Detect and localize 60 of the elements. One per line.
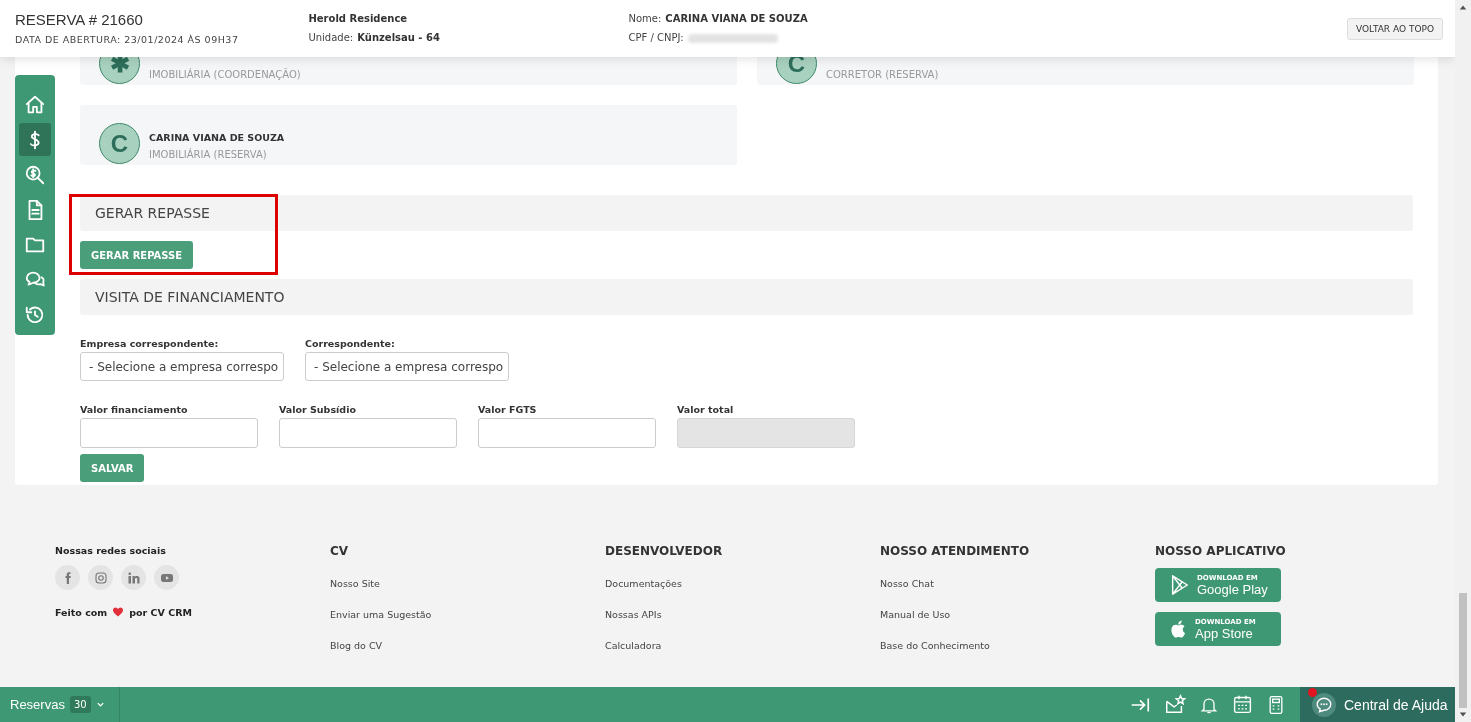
footer-heading: NOSSO ATENDIMENTO	[880, 544, 1031, 558]
select-field[interactable]: - Selecione a empresa correspo	[305, 352, 509, 381]
footer-link[interactable]: Nosso Chat	[880, 578, 1155, 589]
person-role: CORRETOR (RESERVA)	[826, 69, 939, 80]
made-by-text: por CV CRM	[129, 606, 192, 618]
heart-icon	[112, 606, 125, 618]
select-field[interactable]: - Selecione a empresa correspo	[80, 352, 284, 381]
footer-link[interactable]: Enviar uma Sugestão	[330, 609, 605, 620]
footer-link[interactable]: Nossas APIs	[605, 609, 880, 620]
play-icon	[1169, 574, 1191, 596]
cpf-label: CPF / CNPJ:	[628, 32, 684, 43]
unit-value: Künzelsau - 64	[357, 32, 440, 43]
footer-heading: CV	[330, 544, 350, 558]
chevron-down-icon[interactable]	[95, 700, 105, 709]
field-label: Valor Subsídio	[279, 404, 357, 415]
input-field[interactable]	[279, 418, 457, 448]
unit-label: Unidade:	[308, 32, 354, 43]
input-field[interactable]	[478, 418, 656, 448]
count-badge: 30	[69, 696, 91, 713]
footer-link[interactable]: Manual de Uso	[880, 609, 1155, 620]
person-role: IMOBILIÁRIA (RESERVA)	[149, 149, 268, 160]
field-label: Valor total	[677, 404, 735, 415]
social-title: Nossas redes sociais	[55, 545, 167, 556]
youtube-icon[interactable]	[154, 565, 179, 590]
facebook-icon[interactable]	[55, 565, 80, 590]
client-name: CARINA VIANA DE SOUZA	[665, 13, 808, 24]
scroll-up-icon[interactable]	[1459, 4, 1467, 12]
scrollbar[interactable]	[1455, 0, 1471, 722]
dollar-icon[interactable]	[19, 123, 51, 156]
footer-link[interactable]: Calculadora	[605, 640, 880, 651]
footer-heading: DESENVOLVEDOR	[605, 544, 724, 558]
footer-link[interactable]: Base do Conhecimento	[880, 640, 1155, 651]
field-label: Correspondente:	[305, 338, 396, 349]
mail-star-icon[interactable]	[1164, 693, 1186, 716]
reservations-label: Reservas	[10, 697, 65, 712]
input-field[interactable]	[80, 418, 258, 448]
calendar-icon[interactable]	[1232, 694, 1253, 715]
field-label: Valor financiamento	[80, 404, 189, 415]
footer-link[interactable]: Blog do CV	[330, 640, 605, 651]
scroll-down-icon[interactable]	[1459, 710, 1467, 718]
footer-link[interactable]: Nosso Site	[330, 578, 605, 589]
name-label: Nome:	[628, 13, 662, 24]
avatar: C	[99, 123, 140, 164]
reservation-title: RESERVA # 21660	[15, 11, 144, 28]
scrollbar-thumb[interactable]	[1459, 593, 1467, 708]
help-center-button[interactable]: Central de Ajuda	[1300, 687, 1455, 722]
section-title: VISITA DE FINANCIAMENTO	[95, 289, 285, 305]
field-label: Empresa correspondente:	[80, 338, 220, 349]
made-with-text: Feito com	[55, 606, 108, 618]
footer-heading: NOSSO APLICATIVO	[1155, 544, 1287, 558]
field-label: Valor FGTS	[478, 404, 538, 415]
project-name: Herold Residence	[308, 13, 409, 24]
back-to-top-button[interactable]: VOLTAR AO TOPO	[1347, 18, 1443, 40]
section-title: GERAR REPASSE	[95, 205, 210, 221]
person-name: CARINA VIANA DE SOUZA	[149, 132, 285, 143]
opening-date: DATA DE ABERTURA: 23/01/2024 ÀS 09H37	[15, 34, 239, 45]
footer-link[interactable]: Documentações	[605, 578, 880, 589]
linkedin-icon[interactable]	[121, 565, 146, 590]
person-role: IMOBILIÁRIA (COORDENAÇÃO)	[149, 69, 301, 80]
instagram-icon[interactable]	[88, 565, 113, 590]
